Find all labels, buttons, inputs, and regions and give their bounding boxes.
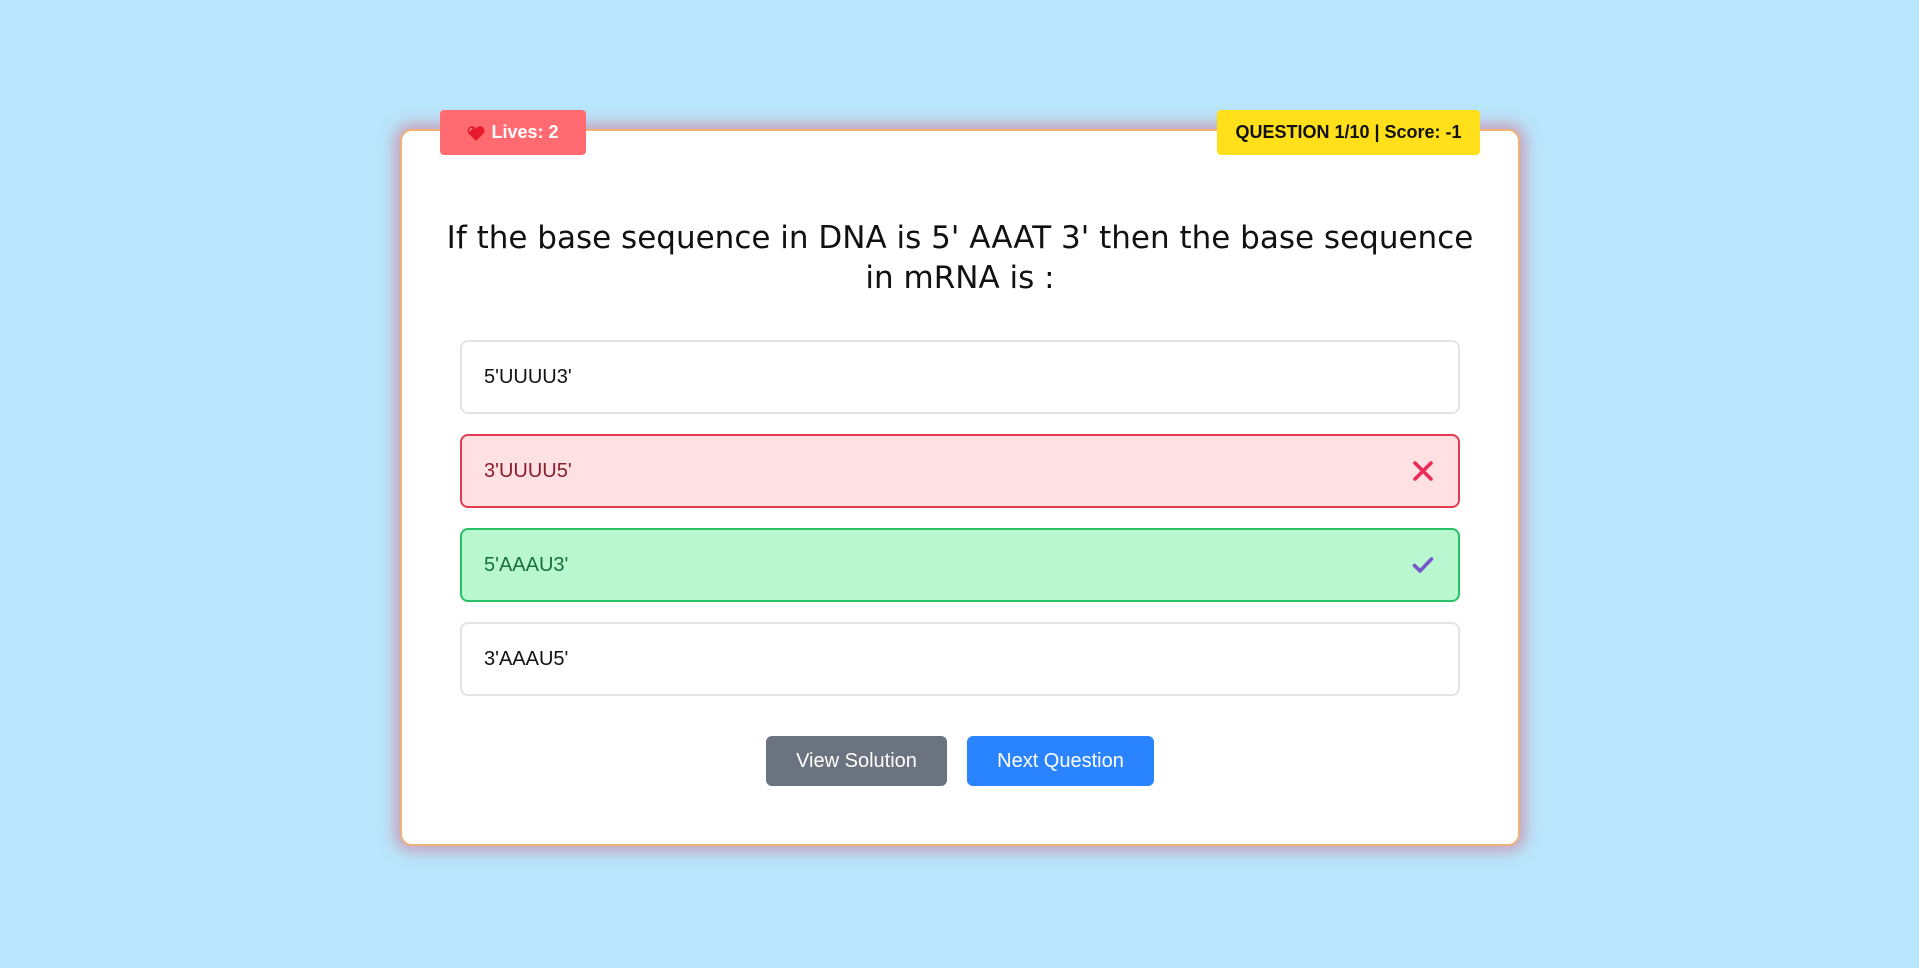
option-label: 5'UUUU3'	[484, 365, 572, 388]
check-icon	[1412, 556, 1434, 574]
option-label: 3'UUUU5'	[484, 459, 572, 482]
option-4[interactable]: 3'AAAU5'	[460, 622, 1460, 696]
close-icon	[1412, 460, 1434, 482]
option-2[interactable]: 3'UUUU5'	[460, 434, 1460, 508]
option-label: 5'AAAU3'	[484, 553, 569, 576]
score-badge: QUESTION 1/10 | Score: -1	[1217, 110, 1480, 155]
lives-label: Lives: 2	[491, 122, 559, 142]
question-text: If the base sequence in DNA is 5' AAAT 3…	[446, 220, 1474, 296]
view-solution-button[interactable]: View Solution	[766, 736, 947, 786]
heart-icon	[467, 125, 485, 141]
option-label: 3'AAAU5'	[484, 647, 569, 670]
score-label: QUESTION 1/10 | Score: -1	[1235, 122, 1462, 142]
option-3[interactable]: 5'AAAU3'	[460, 528, 1460, 602]
next-question-button[interactable]: Next Question	[967, 736, 1154, 786]
lives-badge: Lives: 2	[440, 110, 586, 155]
option-1[interactable]: 5'UUUU3'	[460, 340, 1460, 414]
